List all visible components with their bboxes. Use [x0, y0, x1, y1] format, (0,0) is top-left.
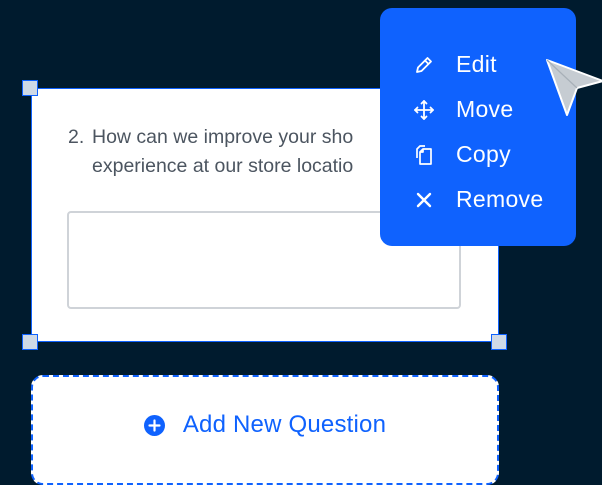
question-text: 2. How can we improve your sho experience …	[68, 123, 428, 181]
add-question-label: Add New Question	[182, 411, 387, 438]
menu-item-remove-label: Remove	[456, 186, 544, 212]
copy-icon	[412, 143, 436, 167]
add-question-button[interactable]: Add New Question	[31, 375, 499, 485]
resize-handle-bottom-left[interactable]	[22, 334, 38, 350]
question-number: 2.	[68, 126, 85, 148]
resize-handle-top-left[interactable]	[22, 80, 38, 96]
menu-item-remove[interactable]: Remove	[380, 177, 576, 222]
cursor-pointer-icon	[546, 59, 602, 116]
close-icon	[412, 188, 436, 212]
move-icon	[412, 98, 436, 122]
question-text-line1: How can we improve your sho	[92, 126, 354, 148]
plus-circle-icon	[143, 414, 165, 436]
context-menu: Edit Move Copy Remove	[380, 8, 576, 246]
resize-handle-bottom-right[interactable]	[491, 334, 507, 350]
menu-item-move-label: Move	[456, 96, 514, 122]
menu-item-copy[interactable]: Copy	[380, 132, 576, 177]
menu-item-copy-label: Copy	[456, 141, 511, 167]
question-text-line2: experience at our store locatio	[92, 155, 354, 177]
pencil-icon	[412, 53, 436, 77]
menu-item-edit-label: Edit	[456, 51, 497, 77]
